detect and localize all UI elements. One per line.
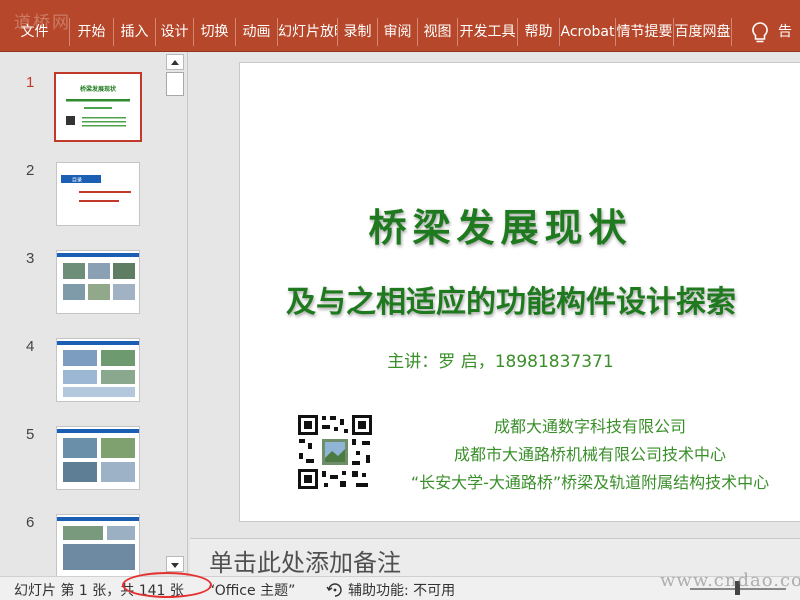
thumbnail-preview[interactable]: 目录 bbox=[56, 162, 140, 226]
thumbnail-title: 桥梁发展现状 bbox=[80, 85, 117, 93]
thumbnail-scrollbar[interactable] bbox=[164, 52, 186, 576]
tab-baidu-netdisk[interactable]: 百度网盘 bbox=[674, 18, 732, 46]
scroll-down-button[interactable] bbox=[166, 556, 184, 572]
lightbulb-icon[interactable] bbox=[747, 20, 773, 46]
tab-help[interactable]: 帮助 bbox=[518, 18, 560, 46]
tab-acrobat[interactable]: Acrobat bbox=[560, 18, 616, 46]
tab-insert[interactable]: 插入 bbox=[114, 18, 156, 46]
thumbnail-number: 4 bbox=[26, 338, 35, 355]
thumbnail-preview[interactable] bbox=[56, 250, 140, 314]
thumbnail-slide-1[interactable]: 1 桥梁发展现状 bbox=[0, 72, 164, 144]
tab-animations[interactable]: 动画 bbox=[236, 18, 278, 46]
thumbnail-slide-3[interactable]: 3 bbox=[0, 250, 164, 320]
highlight-circle-annotation bbox=[122, 572, 212, 598]
thumbnail-number: 6 bbox=[26, 514, 35, 531]
org-line-2[interactable]: 成都市大通路桥机械有限公司技术中心 bbox=[390, 441, 790, 465]
thumbnail-preview[interactable]: 桥梁发展现状 bbox=[54, 72, 142, 142]
tab-view[interactable]: 视图 bbox=[418, 18, 458, 46]
site-watermark-url: www.cndao.com bbox=[660, 570, 800, 591]
accessibility-status[interactable]: 辅助功能: 不可用 bbox=[348, 580, 455, 600]
tab-record[interactable]: 录制 bbox=[338, 18, 378, 46]
slide-editor: 桥梁发展现状 及与之相适应的功能构件设计探索 主讲：罗 启，1898183737… bbox=[190, 52, 800, 538]
thumbnail-label: 目录 bbox=[72, 177, 82, 184]
tab-file[interactable]: 文件 bbox=[0, 18, 70, 46]
scroll-up-button[interactable] bbox=[166, 54, 184, 70]
thumbnail-slide-6[interactable]: 6 bbox=[0, 514, 164, 576]
accessibility-icon[interactable] bbox=[326, 581, 344, 597]
thumbnail-slide-5[interactable]: 5 bbox=[0, 426, 164, 496]
slide-canvas[interactable]: 桥梁发展现状 及与之相适应的功能构件设计探索 主讲：罗 启，1898183737… bbox=[239, 62, 800, 522]
slide-thumbnail-pane: 1 桥梁发展现状 2 目录 3 4 5 6 bbox=[0, 52, 188, 576]
thumbnail-slide-2[interactable]: 2 目录 bbox=[0, 162, 164, 232]
tab-developer[interactable]: 开发工具 bbox=[458, 18, 518, 46]
thumbnail-preview[interactable] bbox=[56, 338, 140, 402]
theme-status: “Office 主题” bbox=[208, 583, 296, 599]
tab-home[interactable]: 开始 bbox=[70, 18, 114, 46]
slide-subtitle[interactable]: 及与之相适应的功能构件设计探索 bbox=[286, 277, 736, 321]
scroll-thumb[interactable] bbox=[166, 72, 184, 96]
qr-code-image[interactable] bbox=[296, 413, 374, 491]
slide-title[interactable]: 桥梁发展现状 bbox=[240, 197, 761, 252]
tell-me-box[interactable]: 告诉我 bbox=[778, 18, 800, 46]
thumbnail-number: 2 bbox=[26, 162, 35, 179]
tab-transitions[interactable]: 切换 bbox=[194, 18, 236, 46]
tab-slideshow[interactable]: 幻灯片放映 bbox=[278, 18, 338, 46]
tab-storyboarding[interactable]: 情节提要 bbox=[616, 18, 674, 46]
tab-review[interactable]: 审阅 bbox=[378, 18, 418, 46]
thumbnail-slide-4[interactable]: 4 bbox=[0, 338, 164, 408]
thumbnail-preview[interactable] bbox=[56, 514, 140, 576]
ribbon-tabs: 文件 开始 插入 设计 切换 动画 幻灯片放映 录制 审阅 视图 开发工具 帮助… bbox=[0, 18, 732, 46]
notes-placeholder[interactable]: 单击此处添加备注 bbox=[209, 543, 401, 578]
ribbon-tab-bar: 道桥网 文件 开始 插入 设计 切换 动画 幻灯片放映 录制 审阅 视图 开发工… bbox=[0, 0, 800, 52]
caret-up-icon bbox=[171, 60, 179, 65]
slide-speaker-line[interactable]: 主讲：罗 启，18981837371 bbox=[240, 347, 761, 372]
thumbnail-number: 3 bbox=[26, 250, 35, 267]
tab-design[interactable]: 设计 bbox=[156, 18, 194, 46]
thumbnail-preview[interactable] bbox=[56, 426, 140, 490]
caret-down-icon bbox=[171, 563, 179, 568]
thumbnail-number: 1 bbox=[26, 74, 35, 91]
org-line-1[interactable]: 成都大通数字科技有限公司 bbox=[390, 413, 790, 437]
org-line-3[interactable]: “长安大学-大通路桥”桥梁及轨道附属结构技术中心 bbox=[390, 469, 790, 493]
thumbnail-number: 5 bbox=[26, 426, 35, 443]
